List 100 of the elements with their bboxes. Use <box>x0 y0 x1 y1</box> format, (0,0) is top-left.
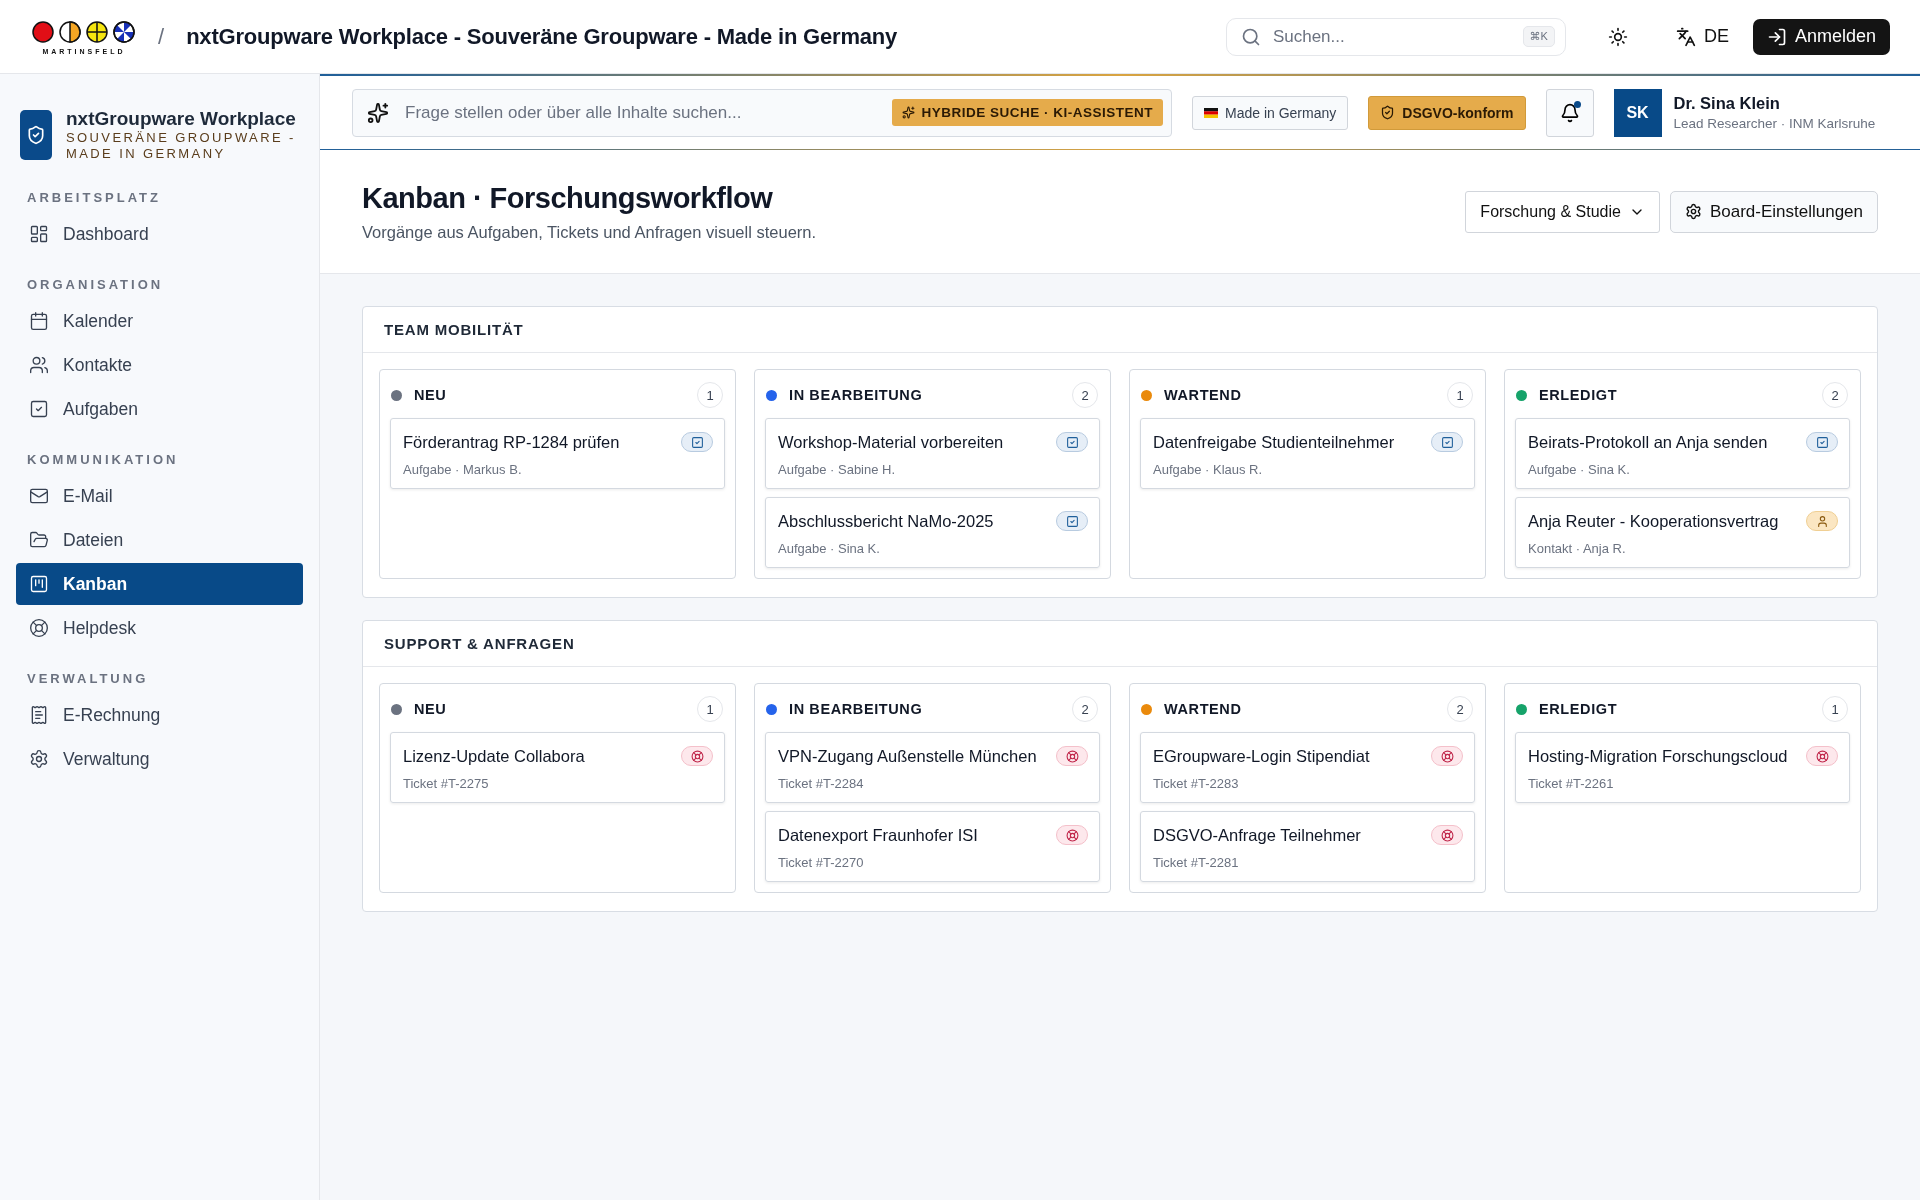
notifications-button[interactable] <box>1545 88 1594 137</box>
lifebuoy-icon <box>681 746 713 766</box>
brand-tagline: SOUVERÄNE GROUPWARE - MADE IN GERMANY <box>66 130 296 162</box>
kanban-card[interactable]: Hosting-Migration Forschungscloud Ticket #T-2261 <box>1515 732 1850 803</box>
card-title: VPN-Zugang Außenstelle München <box>778 746 1037 766</box>
card-title: Abschlussbericht NaMo-2025 <box>778 511 994 531</box>
nav-icon <box>29 355 49 375</box>
sidebar-item[interactable]: E-Rechnung <box>16 694 303 736</box>
nav-icon <box>29 749 49 769</box>
flag-icon <box>1204 107 1218 118</box>
ask-input[interactable]: Frage stellen oder über alle Inhalte suchen... <box>403 101 879 124</box>
shield-logo-icon <box>20 110 52 160</box>
section-title: ARBEITSPLATZ <box>26 190 162 205</box>
checkbox-icon <box>1806 432 1838 452</box>
card-meta: Aufgabe · Markus B. <box>403 462 523 477</box>
sidebar-item[interactable]: Kontakte <box>16 344 303 386</box>
checkbox-icon <box>1056 511 1088 531</box>
sidebar-item[interactable]: Dashboard <box>16 213 303 255</box>
checkbox-icon <box>681 432 713 452</box>
column-title: NEU <box>414 387 448 403</box>
card-title: DSGVO-Anfrage Teilnehmer <box>1153 825 1361 845</box>
kanban-card[interactable]: Lizenz-Update Collabora Ticket #T-2275 <box>390 732 725 803</box>
app-title: nxtGroupware Workplace - Souveräne Groupware - Made in Germany <box>186 23 898 50</box>
checkbox-icon <box>1431 432 1463 452</box>
sidebar-item[interactable]: Kanban <box>16 563 303 605</box>
nav-icon <box>29 486 49 506</box>
card-meta: Kontakt · Anja R. <box>1528 541 1627 556</box>
column-title: IN BEARBEITUNG <box>789 387 924 403</box>
section-title: KOMMUNIKATION <box>26 452 180 467</box>
kanban-card[interactable]: Förderantrag RP-1284 prüfen Aufgabe · Markus B. <box>390 418 725 489</box>
lifebuoy-icon <box>1431 746 1463 766</box>
card-title: Datenexport Fraunhofer ISI <box>778 825 978 845</box>
sidebar-item[interactable]: Kalender <box>16 300 303 342</box>
card-title: Anja Reuter - Kooperationsvertrag <box>1528 511 1779 531</box>
card-title: Hosting-Migration Forschungscloud <box>1528 746 1788 766</box>
user-icon <box>1806 511 1838 531</box>
card-meta: Ticket #T-2270 <box>778 855 865 870</box>
lifebuoy-icon <box>1056 746 1088 766</box>
page-title: Kanban · Forschungsworkflow <box>362 181 774 215</box>
column-title: NEU <box>414 701 448 717</box>
card-title: Workshop-Material vorbereiten <box>778 432 1004 452</box>
card-title: Lizenz-Update Collabora <box>403 746 585 766</box>
card-meta: Aufgabe · Klaus R. <box>1153 462 1264 477</box>
sidebar-item[interactable]: Aufgaben <box>16 388 303 430</box>
column-title: WARTEND <box>1164 387 1243 403</box>
board-filter-dropdown[interactable]: Forschung & Studie <box>1465 190 1660 233</box>
card-meta: Ticket #T-2281 <box>1153 855 1240 870</box>
column-title: IN BEARBEITUNG <box>789 701 924 717</box>
page-subtitle: Vorgänge aus Aufgaben, Tickets und Anfragen visuell steuern. <box>362 222 818 242</box>
ask-box[interactable]: Frage stellen oder über alle Inhalte suchen... HYBRIDE SUCHE · KI-ASSISTENT <box>352 88 1172 137</box>
card-title: Datenfreigabe Studienteilnehmer <box>1153 432 1395 452</box>
nav-icon <box>29 530 49 550</box>
search-box[interactable]: Suchen... ⌘K <box>1225 17 1566 56</box>
nav-icon <box>29 399 49 419</box>
nav-icon <box>29 705 49 725</box>
kanban-card[interactable]: EGroupware-Login Stipendiat Ticket #T-2283 <box>1140 732 1475 803</box>
card-title: EGroupware-Login Stipendiat <box>1153 746 1370 766</box>
checkbox-icon <box>1056 432 1088 452</box>
settings-icon <box>1684 203 1702 220</box>
card-meta: Ticket #T-2284 <box>778 776 865 791</box>
kanban-card[interactable]: Anja Reuter - Kooperationsvertrag Kontakt · Anja R. <box>1515 497 1850 568</box>
kanban-card[interactable]: Datenexport Fraunhofer ISI Ticket #T-2270 <box>765 811 1100 882</box>
user-avatar[interactable]: SK <box>1613 88 1662 137</box>
user-role: Lead Researcher · INM Karlsruhe <box>1673 116 1876 131</box>
card-title: Beirats-Protokoll an Anja senden <box>1528 432 1768 452</box>
search-input[interactable]: Suchen... <box>1270 25 1513 48</box>
sparkles-icon <box>367 101 389 124</box>
column-title: WARTEND <box>1164 701 1243 717</box>
sidebar-item[interactable]: Dateien <box>16 519 303 561</box>
column-title: ERLEDIGT <box>1539 701 1619 717</box>
board-title: TEAM MOBILITÄT <box>363 307 1877 353</box>
translate-icon <box>1675 26 1696 47</box>
card-meta: Ticket #T-2275 <box>403 776 490 791</box>
kanban-card[interactable]: DSGVO-Anfrage Teilnehmer Ticket #T-2281 <box>1140 811 1475 882</box>
breadcrumb-separator: / <box>158 23 165 50</box>
card-meta: Aufgabe · Sabine H. <box>778 462 897 477</box>
language-button[interactable]: DE <box>1669 20 1735 53</box>
made-in-germany-badge: Made in Germany <box>1192 95 1349 130</box>
kanban-card[interactable]: Abschlussbericht NaMo-2025 Aufgabe · Sina K. <box>765 497 1100 568</box>
board-title: SUPPORT & ANFRAGEN <box>363 621 1877 667</box>
board-settings-button[interactable]: Board-Einstellungen <box>1669 190 1878 233</box>
column-title: ERLEDIGT <box>1539 387 1619 403</box>
kanban-card[interactable]: Beirats-Protokoll an Anja senden Aufgabe · Sina K. <box>1515 418 1850 489</box>
nav-icon <box>29 311 49 331</box>
search-icon <box>1240 26 1261 47</box>
nav-icon <box>29 618 49 638</box>
card-meta: Ticket #T-2261 <box>1528 776 1615 791</box>
shortcut-badge: ⌘K <box>1522 26 1555 47</box>
login-button[interactable]: Anmelden <box>1752 18 1890 55</box>
kanban-card[interactable]: Datenfreigabe Studienteilnehmer Aufgabe · Klaus R. <box>1140 418 1475 489</box>
section-title: VERWALTUNG <box>26 671 150 686</box>
sidebar-item[interactable]: Verwaltung <box>16 738 303 780</box>
brand-name: nxtGroupware Workplace <box>66 108 296 130</box>
nav-icon <box>29 574 49 594</box>
card-meta: Ticket #T-2283 <box>1153 776 1240 791</box>
kanban-card[interactable]: Workshop-Material vorbereiten Aufgabe · Sabine H. <box>765 418 1100 489</box>
kanban-card[interactable]: VPN-Zugang Außenstelle München Ticket #T-2284 <box>765 732 1100 803</box>
sidebar-item[interactable]: Helpdesk <box>16 607 303 649</box>
hybrid-search-badge: HYBRIDE SUCHE · KI-ASSISTENT <box>892 99 1163 126</box>
sidebar-item[interactable]: E-Mail <box>16 475 303 517</box>
